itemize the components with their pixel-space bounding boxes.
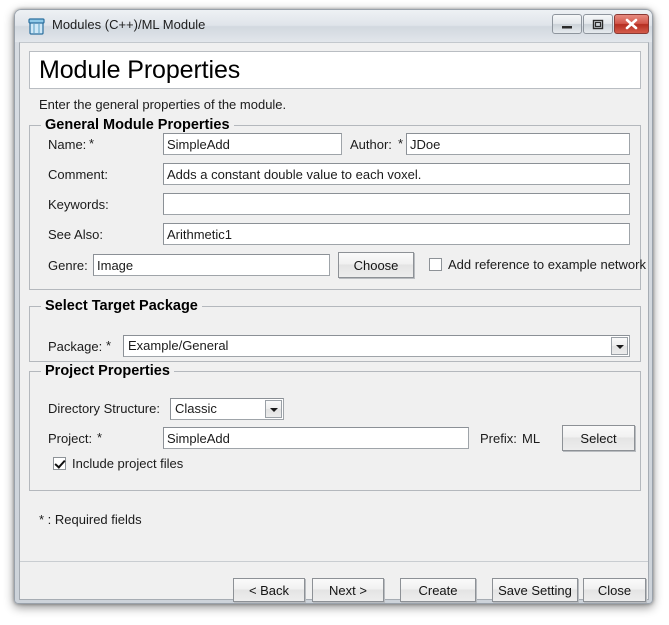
- directory-structure-label: Directory Structure:: [48, 401, 160, 416]
- module-icon: [28, 17, 45, 35]
- keywords-input[interactable]: [163, 193, 630, 215]
- group-title-project: Project Properties: [41, 363, 174, 379]
- project-input[interactable]: [163, 427, 469, 449]
- package-required-marker: *: [106, 338, 111, 353]
- title-bar[interactable]: Modules (C++)/ML Module: [15, 10, 652, 42]
- add-reference-label: Add reference to example network: [448, 257, 646, 272]
- package-select[interactable]: Example/General: [123, 335, 630, 357]
- keywords-label: Keywords:: [48, 197, 109, 212]
- page-subtitle: Enter the general properties of the modu…: [39, 97, 286, 112]
- close-button[interactable]: Close: [583, 578, 646, 602]
- maximize-icon[interactable]: [583, 14, 613, 34]
- see-also-input[interactable]: [163, 223, 630, 245]
- create-button[interactable]: Create: [400, 578, 476, 602]
- select-button[interactable]: Select: [562, 425, 635, 451]
- dialog-client-area: Module Properties Enter the general prop…: [19, 42, 649, 600]
- genre-label: Genre:: [48, 258, 88, 273]
- prefix-value: ML: [522, 431, 540, 446]
- chevron-down-icon[interactable]: [265, 400, 282, 418]
- minimize-icon[interactable]: [552, 14, 582, 34]
- choose-button[interactable]: Choose: [338, 252, 414, 278]
- footer-divider: [20, 561, 648, 562]
- project-label: Project:: [48, 431, 92, 446]
- page-header-band: Module Properties: [29, 51, 641, 89]
- author-input[interactable]: [406, 133, 630, 155]
- window-title: Modules (C++)/ML Module: [52, 17, 205, 32]
- group-title-general: General Module Properties: [41, 117, 234, 133]
- directory-structure-select[interactable]: Classic: [170, 398, 284, 420]
- name-label: Name:: [48, 137, 86, 152]
- include-project-files-label: Include project files: [72, 456, 183, 471]
- directory-structure-value: Classic: [175, 401, 217, 416]
- save-setting-button[interactable]: Save Setting: [492, 578, 578, 602]
- project-required-marker: *: [97, 430, 102, 445]
- include-project-files-checkbox[interactable]: [53, 457, 66, 470]
- name-required-marker: *: [89, 136, 94, 151]
- see-also-label: See Also:: [48, 227, 103, 242]
- group-title-package: Select Target Package: [41, 298, 202, 314]
- comment-input[interactable]: [163, 163, 630, 185]
- close-icon[interactable]: [614, 14, 649, 34]
- next-button[interactable]: Next >: [312, 578, 384, 602]
- page-title: Module Properties: [39, 56, 240, 85]
- back-button[interactable]: < Back: [233, 578, 305, 602]
- comment-label: Comment:: [48, 167, 108, 182]
- package-label: Package:: [48, 339, 102, 354]
- name-input[interactable]: [163, 133, 342, 155]
- chevron-down-icon[interactable]: [611, 337, 628, 355]
- author-label: Author:: [350, 137, 392, 152]
- package-value: Example/General: [128, 338, 228, 353]
- prefix-label: Prefix:: [480, 431, 517, 446]
- genre-input[interactable]: [93, 254, 330, 276]
- required-fields-note: * : Required fields: [39, 512, 142, 527]
- dialog-window: Modules (C++)/ML Module Module Propert: [14, 9, 653, 604]
- author-required-marker: *: [398, 136, 403, 151]
- add-reference-checkbox[interactable]: [429, 258, 442, 271]
